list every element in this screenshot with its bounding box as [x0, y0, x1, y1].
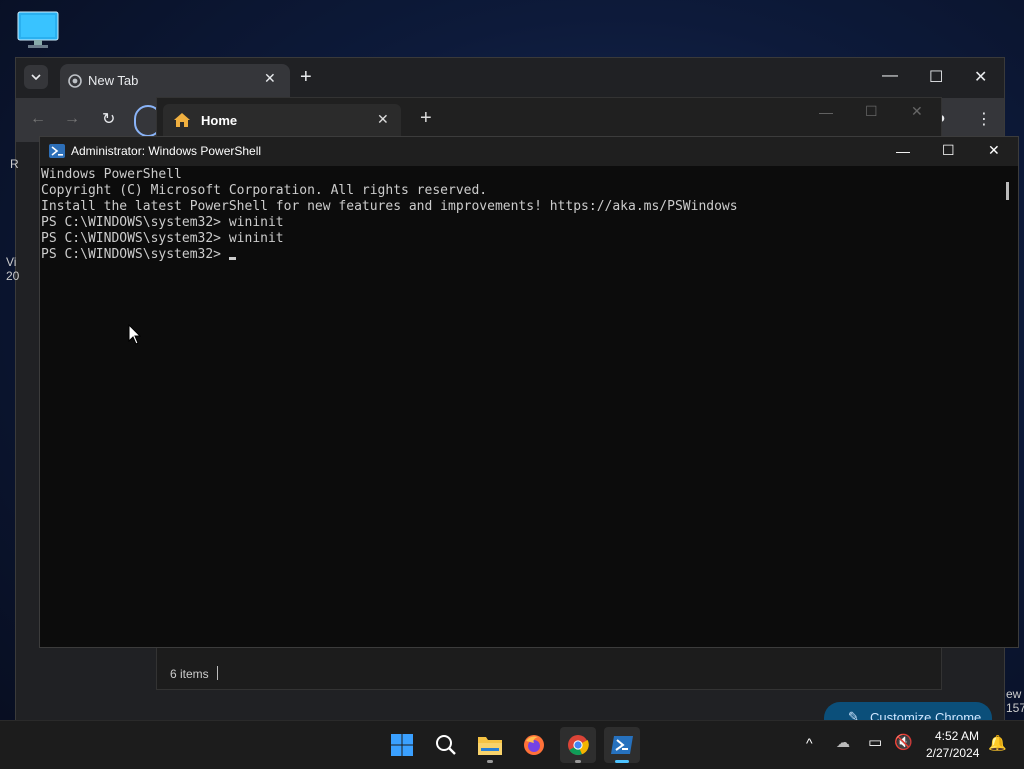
running-indicator [487, 760, 493, 763]
home-icon [174, 113, 190, 127]
explorer-item-count: 6 items [170, 667, 209, 681]
clock-date[interactable]: 2/27/2024 [926, 746, 979, 760]
chrome-tab-close-icon[interactable]: ✕ [264, 70, 276, 87]
explorer-tab-title: Home [201, 113, 238, 128]
active-indicator [615, 760, 629, 763]
taskbar-search-button[interactable] [428, 727, 464, 763]
start-button[interactable] [384, 727, 420, 763]
running-indicator [575, 760, 581, 763]
cloud-offline-icon[interactable]: ☁ [836, 734, 850, 751]
show-hidden-icons-chevron-icon[interactable]: ^ [806, 735, 813, 751]
powershell-maximize-button[interactable]: ☐ [942, 142, 955, 159]
windows-logo-icon [391, 734, 413, 756]
firefox-icon [524, 735, 544, 755]
powershell-minimize-button[interactable]: — [896, 143, 910, 159]
notification-bell-icon[interactable]: 🔔 [988, 734, 1007, 752]
chrome-icon [568, 735, 589, 756]
status-divider [217, 666, 218, 680]
explorer-tab-close-icon[interactable]: ✕ [377, 111, 389, 128]
console-line-prompt: PS C:\WINDOWS\system32> [41, 247, 1001, 263]
volume-muted-icon[interactable]: 🔇 [894, 733, 913, 751]
chrome-right-text-line1: ew [1006, 687, 1022, 701]
console-line: Copyright (C) Microsoft Corporation. All… [41, 183, 488, 198]
chrome-minimize-button[interactable]: — [882, 67, 898, 85]
taskbar-powershell[interactable] [604, 727, 640, 763]
taskbar-chrome[interactable] [560, 727, 596, 763]
powershell-icon [49, 144, 65, 158]
explorer-new-tab-button[interactable]: + [420, 107, 432, 130]
chrome-right-text-line2: 157 [1006, 701, 1024, 715]
powershell-taskbar-icon [611, 736, 633, 754]
console-prompt: PS C:\WINDOWS\system32> [41, 247, 229, 262]
chrome-tab-title: New Tab [88, 73, 139, 88]
chrome-tab-new-tab[interactable]: New Tab ✕ [60, 64, 290, 98]
network-icon[interactable]: ▭ [868, 733, 882, 751]
tab-search-button[interactable] [24, 65, 48, 89]
reload-icon[interactable]: ↻ [102, 109, 115, 129]
chrome-tabstrip: New Tab ✕ + — ☐ ✕ [16, 58, 1004, 98]
clock-time[interactable]: 4:52 AM [935, 729, 979, 743]
taskbar-file-explorer[interactable] [472, 727, 508, 763]
explorer-tab-home[interactable]: Home ✕ [163, 104, 401, 136]
explorer-close-button[interactable]: ✕ [911, 103, 923, 120]
explorer-maximize-button[interactable]: ☐ [865, 103, 878, 120]
console-line: PS C:\WINDOWS\system32> wininit [41, 231, 284, 246]
explorer-minimize-button[interactable]: — [819, 104, 833, 120]
chrome-left-text-vi-line2: 20 [6, 269, 20, 283]
chrome-left-text-vi: Vi 20 [6, 255, 19, 283]
console-line: Install the latest PowerShell for new fe… [41, 199, 738, 214]
chevron-down-icon [31, 74, 41, 80]
powershell-console[interactable]: Windows PowerShell Copyright (C) Microsof… [41, 167, 1001, 645]
console-line: Windows PowerShell [41, 167, 182, 182]
taskbar-firefox[interactable] [516, 727, 552, 763]
explorer-status-bar: 6 items [157, 658, 941, 689]
powershell-title: Administrator: Windows PowerShell [71, 144, 262, 158]
mouse-pointer-icon [128, 323, 142, 351]
chrome-right-text: ew 157 [1006, 687, 1024, 715]
new-tab-button[interactable]: + [300, 66, 312, 89]
explorer-tabbar: Home ✕ + — ☐ ✕ [157, 98, 941, 136]
this-pc-desktop-icon[interactable] [16, 10, 62, 50]
forward-arrow-icon[interactable]: → [64, 110, 80, 128]
chrome-left-text-r: R [10, 157, 19, 171]
chrome-maximize-button[interactable]: ☐ [929, 67, 943, 87]
powershell-window: Administrator: Windows PowerShell — ☐ ✕ … [39, 136, 1019, 648]
chrome-menu-icon[interactable]: ⋮ [976, 109, 992, 129]
chrome-logo-icon [68, 74, 82, 88]
powershell-scrollbar-thumb[interactable] [1006, 182, 1009, 200]
text-cursor [228, 257, 236, 260]
folder-icon [478, 737, 502, 755]
taskbar: ^ ☁ ▭ 🔇 4:52 AM 2/27/2024 🔔 [0, 720, 1024, 769]
back-arrow-icon[interactable]: ← [30, 110, 46, 128]
powershell-close-button[interactable]: ✕ [988, 142, 1000, 159]
search-icon [436, 735, 456, 755]
chrome-close-button[interactable]: ✕ [974, 67, 987, 87]
console-line: PS C:\WINDOWS\system32> wininit [41, 215, 284, 230]
chrome-left-text-vi-line1: Vi [6, 255, 17, 269]
powershell-titlebar: Administrator: Windows PowerShell — ☐ ✕ [40, 137, 1018, 166]
